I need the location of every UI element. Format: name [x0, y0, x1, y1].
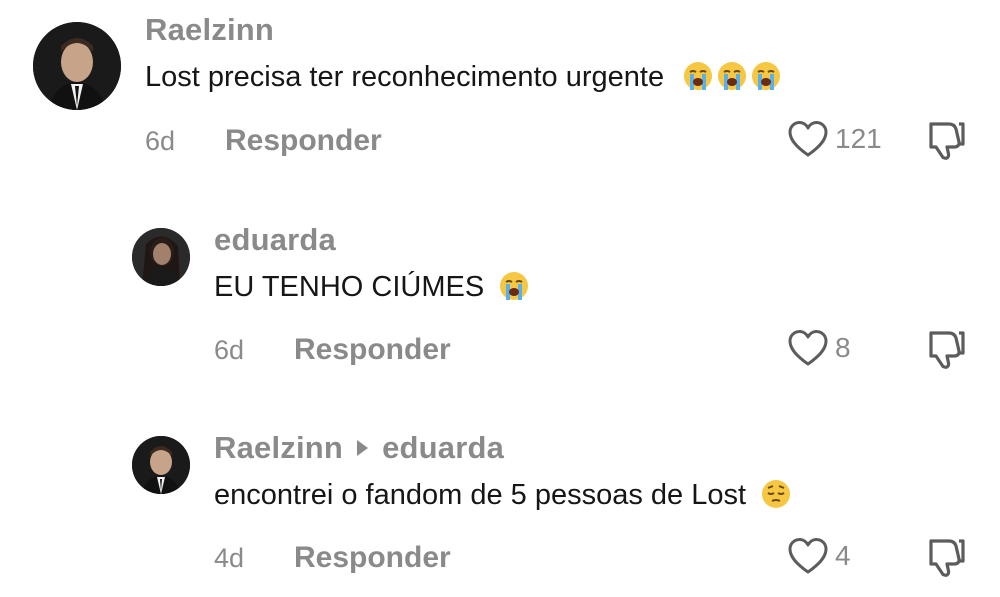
username[interactable]: Raelzinn — [214, 430, 343, 465]
avatar[interactable] — [132, 228, 190, 286]
thumbs-down-icon — [925, 327, 969, 371]
comment-thread: Raelzinn Lost precisa ter reconhecimento… — [0, 0, 1000, 597]
heart-icon — [787, 328, 829, 368]
dislike-button[interactable] — [925, 535, 969, 579]
comment-text-content: encontrei o fandom de 5 pessoas de Lost — [214, 479, 747, 511]
comment-time: 4d — [214, 543, 245, 573]
reply-button[interactable]: Responder — [294, 333, 451, 367]
like-count: 8 — [835, 332, 851, 363]
comment-time: 6d — [214, 335, 245, 365]
username[interactable]: eduarda — [214, 222, 336, 258]
heart-icon — [787, 536, 829, 576]
loudly-crying-face-icon — [498, 270, 530, 302]
like-button[interactable]: 8 — [787, 328, 851, 368]
comment-reply: Raelzinn eduarda encontrei o fandom de 5 … — [0, 0, 1000, 577]
comment-text: encontrei o fandom de 5 pessoas de Lost — [214, 478, 792, 512]
pensive-face-icon — [760, 478, 792, 510]
avatar[interactable] — [132, 436, 190, 494]
comment-text-content: EU TENHO CIÚMES — [214, 271, 485, 303]
like-button[interactable]: 4 — [787, 536, 851, 576]
reply-button[interactable]: Responder — [294, 541, 451, 575]
reply-arrow-icon — [357, 440, 369, 457]
thumbs-down-icon — [925, 535, 969, 579]
dislike-button[interactable] — [925, 327, 969, 371]
reply-to-username[interactable]: eduarda — [382, 430, 504, 465]
username-line: Raelzinn eduarda — [214, 430, 504, 466]
like-count: 4 — [835, 540, 851, 571]
comment-text: EU TENHO CIÚMES — [214, 270, 530, 304]
